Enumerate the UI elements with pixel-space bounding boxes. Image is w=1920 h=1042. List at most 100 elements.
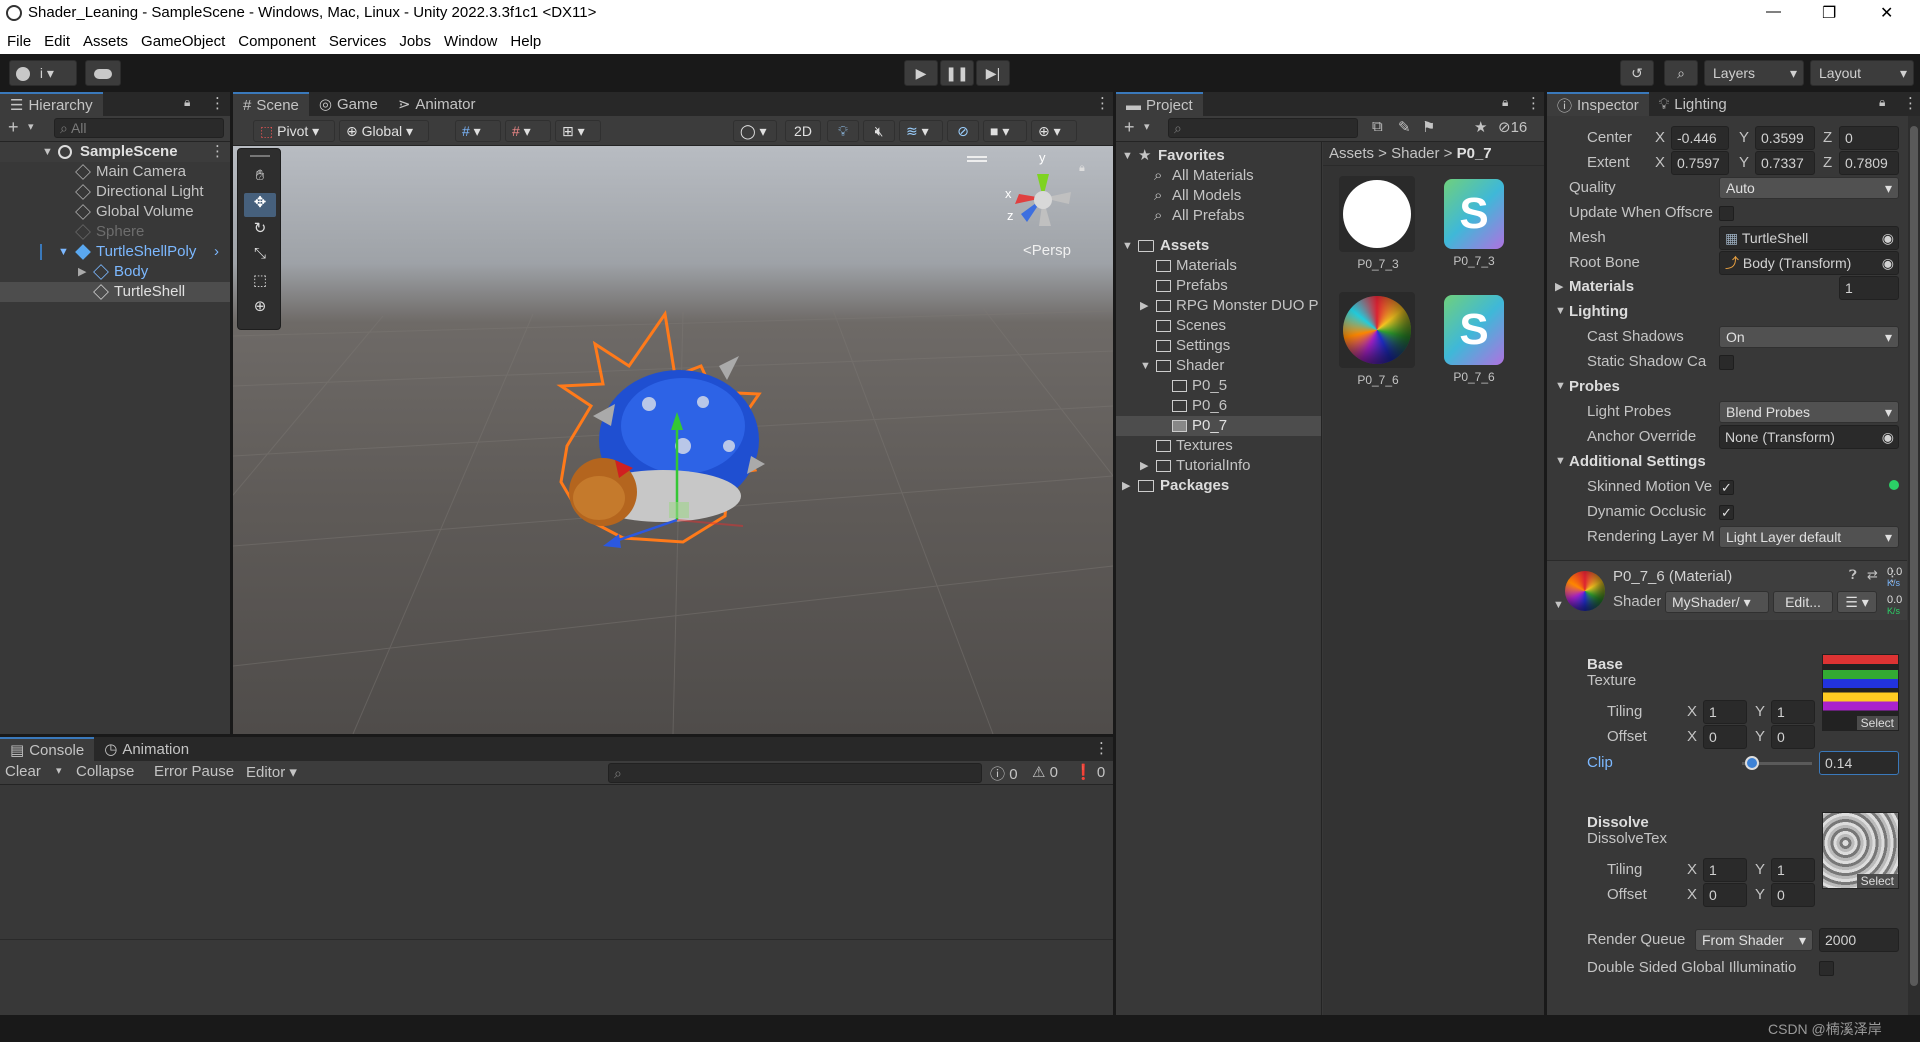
tab-console[interactable]: ▤ Console bbox=[0, 737, 95, 761]
account-button[interactable]: i ▾ bbox=[9, 60, 77, 86]
draw-mode-dropdown[interactable]: ◯ ▾ bbox=[733, 120, 777, 142]
tab-project[interactable]: ▬ Project bbox=[1116, 92, 1203, 116]
base-offset-x-field[interactable]: 0 bbox=[1703, 725, 1747, 749]
dissolve-tiling-y-field[interactable]: 1 bbox=[1771, 858, 1815, 882]
audio-toggle[interactable]: 🔇︎ bbox=[863, 120, 895, 142]
anchor-override-field[interactable]: None (Transform) ◉ bbox=[1719, 425, 1899, 449]
expand-arrow-icon[interactable]: ▼ bbox=[1555, 455, 1566, 467]
center-y-field[interactable]: 0.3599 bbox=[1755, 126, 1815, 150]
scale-tool-button[interactable]: ⤡ bbox=[244, 245, 276, 269]
help-icon[interactable]: ❓︎ bbox=[1849, 567, 1857, 583]
breadcrumb-shader[interactable]: Shader bbox=[1391, 145, 1439, 162]
expand-arrow-icon[interactable]: ▶ bbox=[1555, 280, 1563, 293]
breadcrumb-assets[interactable]: Assets bbox=[1329, 145, 1374, 162]
render-queue-field[interactable]: 2000 bbox=[1819, 928, 1899, 952]
console-log-area[interactable] bbox=[0, 785, 1113, 940]
lighting-foldout[interactable]: Lighting bbox=[1569, 303, 1628, 320]
tree-materials[interactable]: Materials bbox=[1116, 256, 1321, 276]
hierarchy-item-sphere[interactable]: Sphere bbox=[0, 222, 230, 242]
console-search-input[interactable]: ⌕ bbox=[608, 763, 982, 783]
console-detail-area[interactable] bbox=[0, 941, 1113, 1015]
center-z-field[interactable]: 0 bbox=[1839, 126, 1899, 150]
grid-snap-button[interactable]: # ▾ bbox=[455, 120, 501, 142]
hierarchy-item-directional-light[interactable]: Directional Light bbox=[0, 182, 230, 202]
more-icon[interactable]: ⋮ bbox=[1095, 94, 1110, 112]
mesh-field[interactable]: ▦ TurtleShell ◉ bbox=[1719, 226, 1899, 250]
quality-dropdown[interactable]: Auto ▾ bbox=[1719, 177, 1899, 199]
log-count-toggle[interactable]: ⓘ 0 bbox=[990, 763, 1018, 784]
tab-game[interactable]: ◎ Game bbox=[309, 92, 388, 116]
materials-count-field[interactable]: 1 bbox=[1839, 276, 1899, 300]
center-x-field[interactable]: -0.446 bbox=[1671, 126, 1729, 150]
expand-arrow-icon[interactable]: ▶ bbox=[78, 262, 86, 282]
tree-prefabs[interactable]: Prefabs bbox=[1116, 276, 1321, 296]
scrollbar[interactable] bbox=[1908, 116, 1920, 1015]
expand-arrow-icon[interactable]: ▼ bbox=[1555, 305, 1566, 317]
tree-fav-all-prefabs[interactable]: ⌕ All Prefabs bbox=[1116, 206, 1321, 226]
expand-arrow-icon[interactable]: ▶ bbox=[1140, 456, 1148, 476]
effects-dropdown[interactable]: ≋ ▾ bbox=[899, 120, 943, 142]
object-picker-icon[interactable]: ◉ bbox=[1882, 227, 1894, 249]
project-search-input[interactable]: ⌕ bbox=[1168, 118, 1358, 138]
expand-arrow-icon[interactable]: ▼ bbox=[1553, 599, 1564, 611]
extent-z-field[interactable]: 0.7809 bbox=[1839, 151, 1899, 175]
error-count-toggle[interactable]: ❗ 0 bbox=[1074, 763, 1105, 781]
hierarchy-item-turtleshell[interactable]: TurtleShell bbox=[0, 282, 230, 302]
tree-p0-5[interactable]: P0_5 bbox=[1116, 376, 1321, 396]
asset-item[interactable]: P0_7_3 bbox=[1339, 176, 1417, 276]
asset-item[interactable]: S P0_7_3 bbox=[1435, 176, 1513, 276]
layout-dropdown[interactable]: Layout ▾ bbox=[1810, 60, 1914, 86]
persp-label[interactable]: <Persp bbox=[1023, 242, 1071, 259]
render-queue-dropdown[interactable]: From Shader ▾ bbox=[1695, 929, 1813, 951]
expand-arrow-icon[interactable]: ▼ bbox=[1555, 380, 1566, 392]
camera-dropdown[interactable]: ■ ▾ bbox=[983, 120, 1027, 142]
settings-icon[interactable]: ⇄ bbox=[1867, 567, 1878, 583]
clip-slider[interactable] bbox=[1742, 756, 1812, 770]
grid-visibility-button[interactable]: # ▾ bbox=[505, 120, 551, 142]
orientation-gizmo[interactable]: y x z <Persp 🔒︎ bbox=[967, 150, 1093, 266]
more-icon[interactable]: ⋮ bbox=[1094, 739, 1109, 757]
tab-inspector[interactable]: ⓘ Inspector bbox=[1547, 92, 1649, 116]
tree-scenes[interactable]: Scenes bbox=[1116, 316, 1321, 336]
tree-p0-7[interactable]: P0_7 bbox=[1116, 416, 1321, 436]
light-probes-dropdown[interactable]: Blend Probes ▾ bbox=[1719, 401, 1899, 423]
shader-dropdown[interactable]: MyShader/ ▾ bbox=[1665, 591, 1769, 613]
rotate-tool-button[interactable]: ↻ bbox=[244, 219, 276, 243]
add-button[interactable]: + bbox=[8, 117, 19, 138]
base-offset-y-field[interactable]: 0 bbox=[1771, 725, 1815, 749]
tree-p0-6[interactable]: P0_6 bbox=[1116, 396, 1321, 416]
global-dropdown[interactable]: ⊕ Global ▾ bbox=[339, 120, 429, 142]
tab-scene[interactable]: # Scene bbox=[233, 92, 309, 116]
menu-edit[interactable]: Edit bbox=[44, 33, 70, 50]
minimize-button[interactable]: — bbox=[1766, 3, 1781, 20]
step-button[interactable]: ▶| bbox=[976, 60, 1010, 86]
menu-help[interactable]: Help bbox=[510, 33, 541, 50]
additional-settings-foldout[interactable]: Additional Settings bbox=[1569, 453, 1706, 470]
layers-dropdown[interactable]: Layers ▾ bbox=[1704, 60, 1804, 86]
expand-arrow-icon[interactable]: ▼ bbox=[58, 242, 69, 262]
tree-fav-all-models[interactable]: ⌕ All Models bbox=[1116, 186, 1321, 206]
extent-x-field[interactable]: 0.7597 bbox=[1671, 151, 1729, 175]
texture-select-button[interactable]: Select bbox=[1856, 874, 1898, 888]
expand-arrow-icon[interactable]: ▶ bbox=[1140, 296, 1148, 316]
menu-assets[interactable]: Assets bbox=[83, 33, 128, 50]
tree-favorites[interactable]: ▼ ★ Favorites bbox=[1116, 146, 1321, 166]
pause-button[interactable]: ❚❚ bbox=[940, 60, 974, 86]
clear-button[interactable]: Clear bbox=[5, 763, 41, 780]
close-button[interactable]: ✕ bbox=[1880, 3, 1893, 23]
turtle-shell-model[interactable] bbox=[533, 306, 833, 606]
transform-tool-button[interactable]: ⊕ bbox=[244, 297, 276, 321]
editor-dropdown[interactable]: Editor ▾ bbox=[246, 763, 297, 781]
search-by-label-icon[interactable]: ✎ bbox=[1398, 118, 1411, 136]
base-tiling-x-field[interactable]: 1 bbox=[1703, 700, 1747, 724]
warning-count-toggle[interactable]: ⚠ 0 bbox=[1032, 763, 1058, 781]
dynamic-occlusion-checkbox[interactable]: ✓ bbox=[1719, 505, 1734, 520]
material-menu-button[interactable]: ☰ ▾ bbox=[1837, 591, 1877, 613]
menu-window[interactable]: Window bbox=[444, 33, 497, 50]
root-bone-field[interactable]: ⤴ Body (Transform) ◉ bbox=[1719, 251, 1899, 275]
tree-rpg-monster[interactable]: ▶ RPG Monster DUO P bbox=[1116, 296, 1321, 316]
base-texture-slot[interactable]: Select bbox=[1822, 654, 1899, 731]
static-shadow-checkbox[interactable] bbox=[1719, 355, 1734, 370]
menu-gameobject[interactable]: GameObject bbox=[141, 33, 225, 50]
tree-textures[interactable]: Textures bbox=[1116, 436, 1321, 456]
